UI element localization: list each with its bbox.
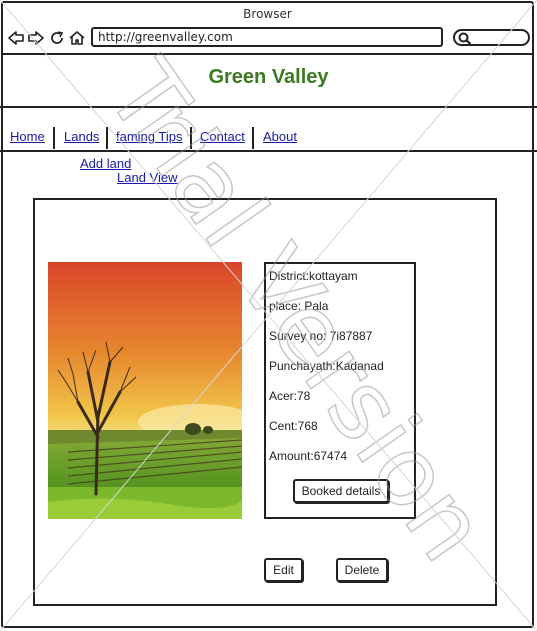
header-divider: [0, 106, 537, 108]
forward-arrow-icon[interactable]: [27, 29, 45, 47]
add-land-link[interactable]: Add land: [80, 156, 131, 171]
address-bar[interactable]: http://greenvalley.com: [91, 27, 443, 47]
edit-button[interactable]: Edit: [264, 558, 303, 582]
window-title: Browser: [243, 7, 292, 21]
land-details: District:kottayam place: Pala Survey no:…: [264, 262, 416, 519]
acer-value: Acer:78: [269, 389, 311, 403]
nav-home[interactable]: Home: [10, 129, 45, 144]
cent-value: Cent:768: [269, 419, 318, 433]
nav-about[interactable]: About: [263, 129, 297, 144]
nav-separator: [252, 127, 254, 149]
reload-icon[interactable]: [48, 29, 66, 47]
place-value: place: Pala: [269, 299, 329, 313]
nav-separator: [190, 127, 192, 149]
back-arrow-icon[interactable]: [7, 29, 25, 47]
browser-toolbar: http://greenvalley.com: [3, 25, 532, 55]
nav-separator: [106, 127, 108, 149]
search-field[interactable]: [453, 29, 530, 46]
booked-details-button[interactable]: Booked details: [293, 479, 389, 503]
amount-value: Amount:67474: [269, 449, 348, 463]
land-photo: [48, 262, 242, 519]
delete-button[interactable]: Delete: [336, 558, 388, 582]
nav-separator: [53, 127, 55, 149]
nav-faming-tips[interactable]: faming Tips: [116, 129, 182, 144]
panchayath-value: Punchayath:Kadanad: [269, 359, 384, 373]
nav-contact[interactable]: Contact: [200, 129, 245, 144]
land-view-link[interactable]: Land View: [117, 170, 177, 185]
home-icon[interactable]: [68, 29, 86, 47]
survey-number-value: Survey no: 7i87887: [269, 329, 373, 343]
site-title: Green Valley: [208, 66, 329, 88]
district-value: District:kottayam: [269, 269, 358, 283]
nav-lands[interactable]: Lands: [64, 129, 99, 144]
nav-divider: [0, 150, 537, 152]
search-icon: [458, 32, 472, 45]
